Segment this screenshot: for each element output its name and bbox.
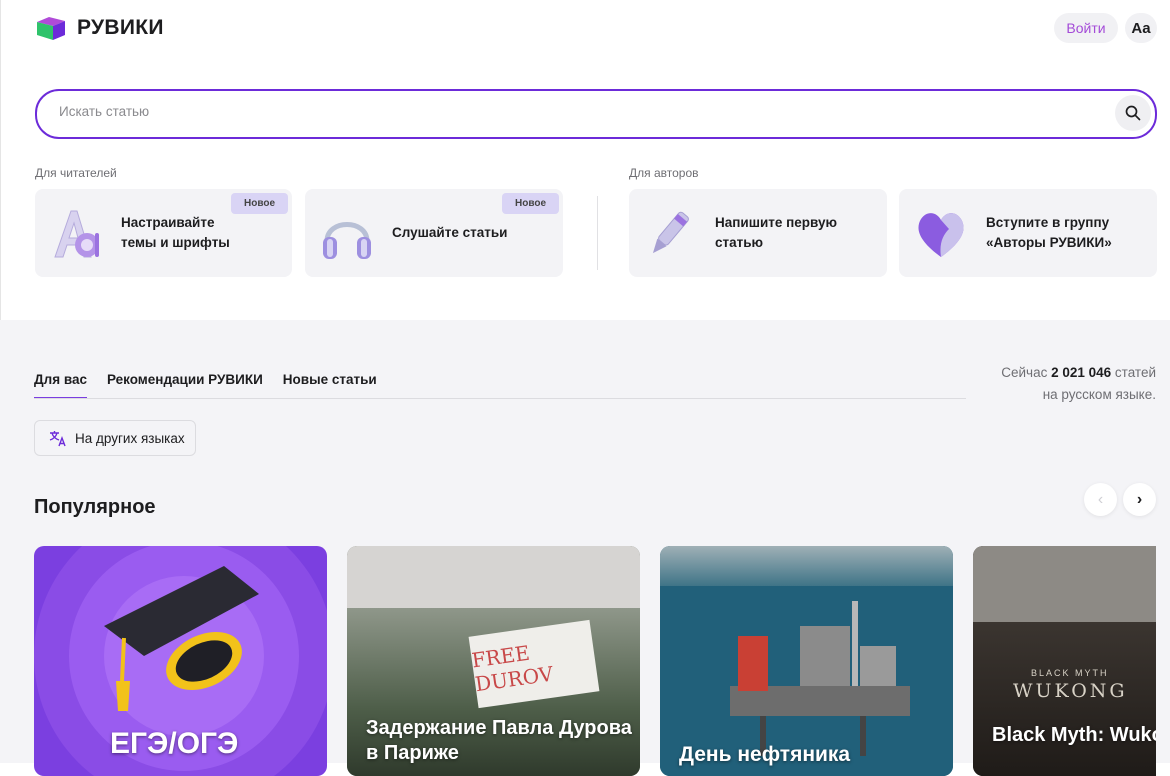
game-cover-logo: WUKONG: [1013, 680, 1128, 702]
tab-for-you[interactable]: Для вас: [34, 372, 87, 399]
tabs: Для вас Рекомендации РУВИКИ Новые статьи: [34, 372, 377, 399]
popular-card-title: Black Myth: Wukong: [992, 724, 1156, 746]
headphones-icon: [323, 222, 371, 259]
join-card-line1: Вступите в группу: [986, 215, 1110, 230]
popular-card-exams[interactable]: ЕГЭ/ОГЭ: [34, 546, 327, 776]
authors-label: Для авторов: [629, 166, 699, 180]
chevron-left-icon: ‹: [1097, 490, 1104, 508]
search-button[interactable]: [1115, 95, 1151, 131]
write-card-line2: статью: [715, 235, 764, 250]
tab-recommendations[interactable]: Рекомендации РУВИКИ: [107, 372, 263, 399]
typography-icon: [54, 210, 99, 258]
top-section: РУВИКИ Войти Aa Для читателей Для авторо…: [0, 0, 1170, 320]
write-card-line1: Напишите первую: [715, 215, 838, 230]
popular-title: Популярное: [34, 496, 156, 518]
popular-card-wukong[interactable]: BLACK MYTH WUKONG Black Myth: Wukong: [973, 546, 1156, 776]
sky-image: [660, 546, 953, 586]
popular-card-title: День нефтяника: [679, 743, 851, 766]
font-settings-button[interactable]: Aa: [1125, 13, 1157, 43]
pen-icon: [652, 211, 689, 254]
logo[interactable]: РУВИКИ: [35, 14, 164, 42]
chevron-right-icon: ›: [1136, 490, 1143, 508]
tab-new-articles[interactable]: Новые статьи: [283, 372, 377, 399]
search-input[interactable]: [57, 103, 1061, 120]
logo-icon: [37, 17, 65, 40]
search-icon: [1125, 105, 1141, 121]
readers-label: Для читателей: [35, 166, 117, 180]
blurred-header-image: [347, 546, 640, 608]
new-badge: Новое: [230, 193, 288, 214]
main-section: Для вас Рекомендации РУВИКИ Новые статьи…: [0, 320, 1170, 776]
join-authors-card[interactable]: Вступите в группу «Авторы РУВИКИ»: [899, 189, 1157, 277]
themes-card-line2: темы и шрифты: [121, 235, 230, 250]
listen-card-text: Слушайте статьи: [392, 225, 508, 240]
popular-card-title: Задержание Павла Дурова в Париже: [366, 717, 632, 764]
popular-card-title: ЕГЭ/ОГЭ: [110, 727, 239, 760]
carousel-next-button[interactable]: ›: [1123, 483, 1156, 516]
other-languages-label: На других языках: [75, 430, 185, 446]
game-cover-subtitle: BLACK MYTH: [1031, 668, 1109, 678]
article-stats: Сейчас 2 021 046 статей на русском языке…: [1001, 362, 1156, 406]
new-badge: Новое: [501, 193, 559, 214]
carousel-prev-button[interactable]: ‹: [1084, 483, 1117, 516]
other-languages-button[interactable]: На других языках: [34, 420, 196, 456]
themes-card-line1: Настраивайте: [121, 215, 215, 230]
translate-icon: [49, 431, 66, 447]
stats-suffix: статей: [1114, 365, 1156, 380]
search-bar: [35, 89, 1157, 139]
logo-text: РУВИКИ: [77, 16, 164, 39]
stats-prefix: Сейчас: [1001, 365, 1048, 380]
stats-count: 2 021 046: [1051, 365, 1112, 380]
popular-card-oil[interactable]: День нефтяника: [660, 546, 953, 776]
join-card-line2: «Авторы РУВИКИ»: [986, 235, 1112, 250]
themes-fonts-card[interactable]: Настраивайте темы и шрифты Новое: [35, 189, 292, 277]
stats-line2: на русском языке.: [1042, 387, 1156, 402]
write-article-card[interactable]: Напишите первую статью: [629, 189, 887, 277]
heart-icon: [918, 213, 964, 257]
popular-card-durov[interactable]: FREE DUROV Задержание Павла Дурова в Пар…: [347, 546, 640, 776]
listen-articles-card[interactable]: Слушайте статьи Новое: [305, 189, 563, 277]
section-divider: [597, 196, 598, 270]
blurred-header-image: [973, 546, 1156, 622]
login-button[interactable]: Войти: [1054, 13, 1118, 43]
tabs-divider: [34, 398, 966, 399]
